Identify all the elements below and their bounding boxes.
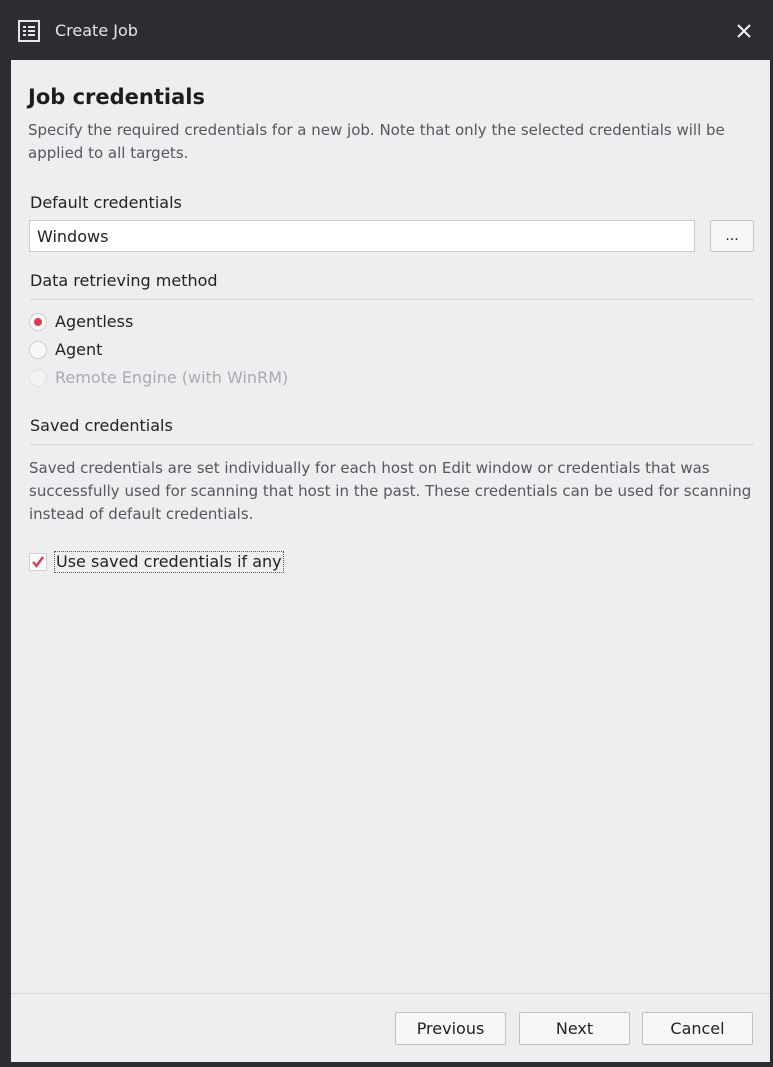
checkbox-label: Use saved credentials if any [54,551,284,573]
dialog-footer: Previous Next Cancel [11,993,770,1062]
use-saved-credentials-checkbox[interactable]: Use saved credentials if any [29,550,284,574]
close-icon[interactable] [731,18,757,44]
title-bar: Create Job [0,0,773,60]
create-job-dialog: Create Job Job credentials Specify the r… [0,0,773,1067]
window-title: Create Job [55,21,138,40]
browse-credentials-button[interactable]: ... [710,220,754,252]
radio-label: Agent [55,340,103,359]
saved-credentials-header: Saved credentials [30,415,754,445]
radio-selected-dot [34,318,42,326]
radio-agent[interactable]: Agent [29,338,102,362]
page-description: Specify the required credentials for a n… [28,121,725,162]
previous-button[interactable]: Previous [395,1012,506,1045]
list-window-icon [18,20,40,42]
default-credentials-label: Default credentials [30,193,182,212]
radio-label: Agentless [55,312,134,331]
radio-label: Remote Engine (with WinRM) [55,368,289,387]
default-credentials-input[interactable] [29,220,695,252]
radio-button[interactable] [29,341,47,359]
radio-remote-engine: Remote Engine (with WinRM) [29,366,288,390]
saved-credentials-header-label: Saved credentials [30,416,173,435]
radio-agentless[interactable]: Agentless [29,310,133,334]
page-title: Job credentials [28,85,205,109]
content-panel: Job credentials Specify the required cre… [11,60,770,993]
data-method-header-label: Data retrieving method [30,271,218,290]
next-button[interactable]: Next [519,1012,630,1045]
checkbox-box[interactable] [29,553,47,571]
checkmark-icon [32,556,44,568]
radio-button [29,369,47,387]
data-method-header: Data retrieving method [30,270,754,300]
saved-credentials-description: Saved credentials are set individually f… [29,459,752,523]
cancel-button[interactable]: Cancel [642,1012,753,1045]
radio-button[interactable] [29,313,47,331]
